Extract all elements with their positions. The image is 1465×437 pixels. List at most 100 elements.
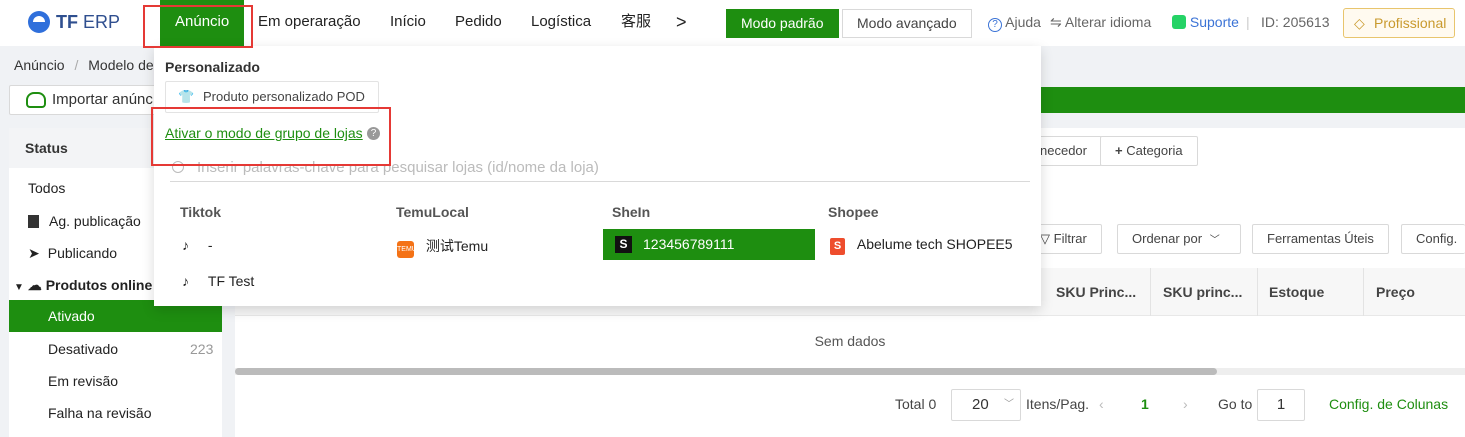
filter-button[interactable]: ▽ Filtrar xyxy=(1032,224,1102,254)
nav-customer-service[interactable]: 客服 xyxy=(621,0,659,46)
column-divider xyxy=(1257,268,1258,316)
standard-mode-button[interactable]: Modo padrão xyxy=(726,9,839,38)
sidebar-title: Status xyxy=(25,140,68,156)
goto-page-input[interactable]: 1 xyxy=(1257,389,1305,421)
page-size-value: 20 xyxy=(972,396,989,413)
store-shein-1-selected[interactable]: S 123456789111 xyxy=(603,229,815,260)
store-label: 123456789111 xyxy=(643,236,735,252)
sidebar-item-publicando[interactable]: ➤ Publicando xyxy=(28,245,117,262)
page-size-select[interactable]: 20 ﹀ xyxy=(951,389,1021,421)
shein-icon: S xyxy=(615,236,632,253)
category-label: Categoria xyxy=(1126,143,1183,158)
green-banner xyxy=(1040,87,1465,113)
nav-pedido[interactable]: Pedido xyxy=(455,0,502,46)
sidebar-item-label: Publicando xyxy=(47,245,118,261)
horizontal-scrollbar-thumb[interactable] xyxy=(235,368,1217,375)
breadcrumb-anuncio[interactable]: Anúncio xyxy=(14,57,65,73)
sidebar-item-falha-revisao[interactable]: Falha na revisão xyxy=(48,405,152,421)
support-link[interactable]: Suporte xyxy=(1172,14,1239,30)
account-id: ID: 205613 xyxy=(1261,14,1330,30)
current-page[interactable]: 1 xyxy=(1141,396,1149,412)
logo-text: TF xyxy=(56,11,78,32)
column-divider xyxy=(1150,268,1151,316)
store-temu-1[interactable]: TEMU 测试Temu xyxy=(397,236,488,258)
platform-temulocal: TemuLocal xyxy=(396,204,469,220)
dropdown-section-title: Personalizado xyxy=(165,59,260,75)
highlight-box-group-mode xyxy=(151,107,391,166)
prev-page-icon[interactable]: ‹ xyxy=(1099,396,1104,412)
funnel-icon: ▽ xyxy=(1040,231,1050,246)
store-label: TF Test xyxy=(207,273,255,289)
plan-badge[interactable]: ◇ Profissional xyxy=(1343,8,1455,38)
sidebar-item-em-revisao[interactable]: Em revisão xyxy=(48,373,118,389)
sort-dropdown[interactable]: Ordenar por ﹀ xyxy=(1117,224,1241,254)
sidebar-item-label: Ag. publicação xyxy=(49,213,141,229)
category-filter-button[interactable]: + Categoria xyxy=(1100,136,1198,166)
empty-state-text: Sem dados xyxy=(814,333,886,349)
column-preco[interactable]: Preço xyxy=(1376,284,1415,300)
shopee-bag-icon: S xyxy=(830,238,845,255)
sidebar-item-label: Produtos online xyxy=(45,277,153,293)
sidebar-item-label: Ativado xyxy=(48,308,95,324)
breadcrumb: Anúncio / Modelo de xyxy=(14,57,154,73)
highlight-box-anuncio xyxy=(143,5,253,48)
cloud-upload-icon xyxy=(26,92,46,108)
platform-shopee: Shopee xyxy=(828,204,879,220)
breadcrumb-current: Modelo de xyxy=(88,57,154,73)
column-estoque[interactable]: Estoque xyxy=(1269,284,1324,300)
sidebar-item-desativado[interactable]: Desativado xyxy=(48,341,118,357)
platform-shein: SheIn xyxy=(612,204,651,220)
tiktok-icon: ♪ xyxy=(182,237,189,253)
store-label: - xyxy=(207,237,213,253)
logo-subtext: ERP xyxy=(83,11,121,32)
import-listing-button[interactable]: Importar anúnc xyxy=(9,85,169,115)
next-page-icon[interactable]: › xyxy=(1183,396,1188,412)
breadcrumb-separator: / xyxy=(74,57,79,73)
goto-label: Go to xyxy=(1218,396,1253,412)
store-tiktok-1[interactable]: ♪ - xyxy=(182,237,213,253)
whatsapp-icon xyxy=(1172,15,1186,29)
config-button[interactable]: Config. xyxy=(1401,224,1465,254)
plan-label: Profissional xyxy=(1374,15,1447,31)
sort-label: Ordenar por xyxy=(1132,231,1203,246)
tiktok-icon: ♪ xyxy=(182,273,189,289)
logo-icon xyxy=(28,11,50,33)
nav-em-operacao[interactable]: Em operaração xyxy=(258,0,361,46)
cloud-icon: ☁ xyxy=(27,277,42,293)
plus-icon: + xyxy=(1115,143,1123,158)
store-label: 测试Temu xyxy=(425,238,489,254)
column-config-link[interactable]: Config. de Colunas xyxy=(1329,396,1448,412)
help-circle-icon: ? xyxy=(988,18,1002,32)
sidebar-group-produtos-online[interactable]: ▼ ☁ Produtos online xyxy=(14,277,152,294)
app-logo[interactable]: TF ERP xyxy=(28,11,120,33)
store-label: Abelume tech SHOPEE5 xyxy=(856,236,1013,252)
temu-icon: TEMU xyxy=(397,241,417,258)
column-sku-principal[interactable]: SKU Princ... xyxy=(1056,284,1136,300)
anuncio-dropdown-menu: Personalizado 👕 Produto personalizado PO… xyxy=(154,46,1041,306)
per-page-label: Itens/Pag. xyxy=(1026,396,1090,412)
desativado-count: 223 xyxy=(190,341,214,357)
column-divider xyxy=(1363,268,1364,316)
total-count: Total 0 xyxy=(895,396,937,412)
advanced-mode-button[interactable]: Modo avançado xyxy=(842,9,972,38)
language-switch[interactable]: ⇋ Alterar idioma xyxy=(1050,14,1151,31)
useful-tools-button[interactable]: Ferramentas Úteis xyxy=(1252,224,1389,254)
import-label: Importar anúnc xyxy=(52,91,153,108)
caret-down-icon: ▼ xyxy=(14,282,24,293)
diamond-icon: ◇ xyxy=(1354,15,1365,31)
document-icon xyxy=(28,215,39,228)
language-label: Alterar idioma xyxy=(1064,14,1152,30)
divider: | xyxy=(1246,14,1250,30)
pod-label: Produto personalizado POD xyxy=(203,89,365,104)
sidebar-item-ag-publicacao[interactable]: Ag. publicação xyxy=(28,213,141,229)
store-tiktok-2[interactable]: ♪ TF Test xyxy=(182,273,254,289)
nav-more-chevron-icon[interactable]: > xyxy=(676,0,687,46)
help-link[interactable]: ? Ajuda xyxy=(988,14,1041,32)
column-sku-principal-2[interactable]: SKU princ... xyxy=(1163,284,1242,300)
nav-logistica[interactable]: Logística xyxy=(531,0,591,46)
store-shopee-1[interactable]: S Abelume tech SHOPEE5 xyxy=(830,236,1013,255)
chevron-down-icon: ﹀ xyxy=(1209,235,1220,246)
sidebar-item-todos[interactable]: Todos xyxy=(28,180,65,196)
nav-inicio[interactable]: Início xyxy=(390,0,426,46)
help-label: Ajuda xyxy=(1005,14,1041,30)
